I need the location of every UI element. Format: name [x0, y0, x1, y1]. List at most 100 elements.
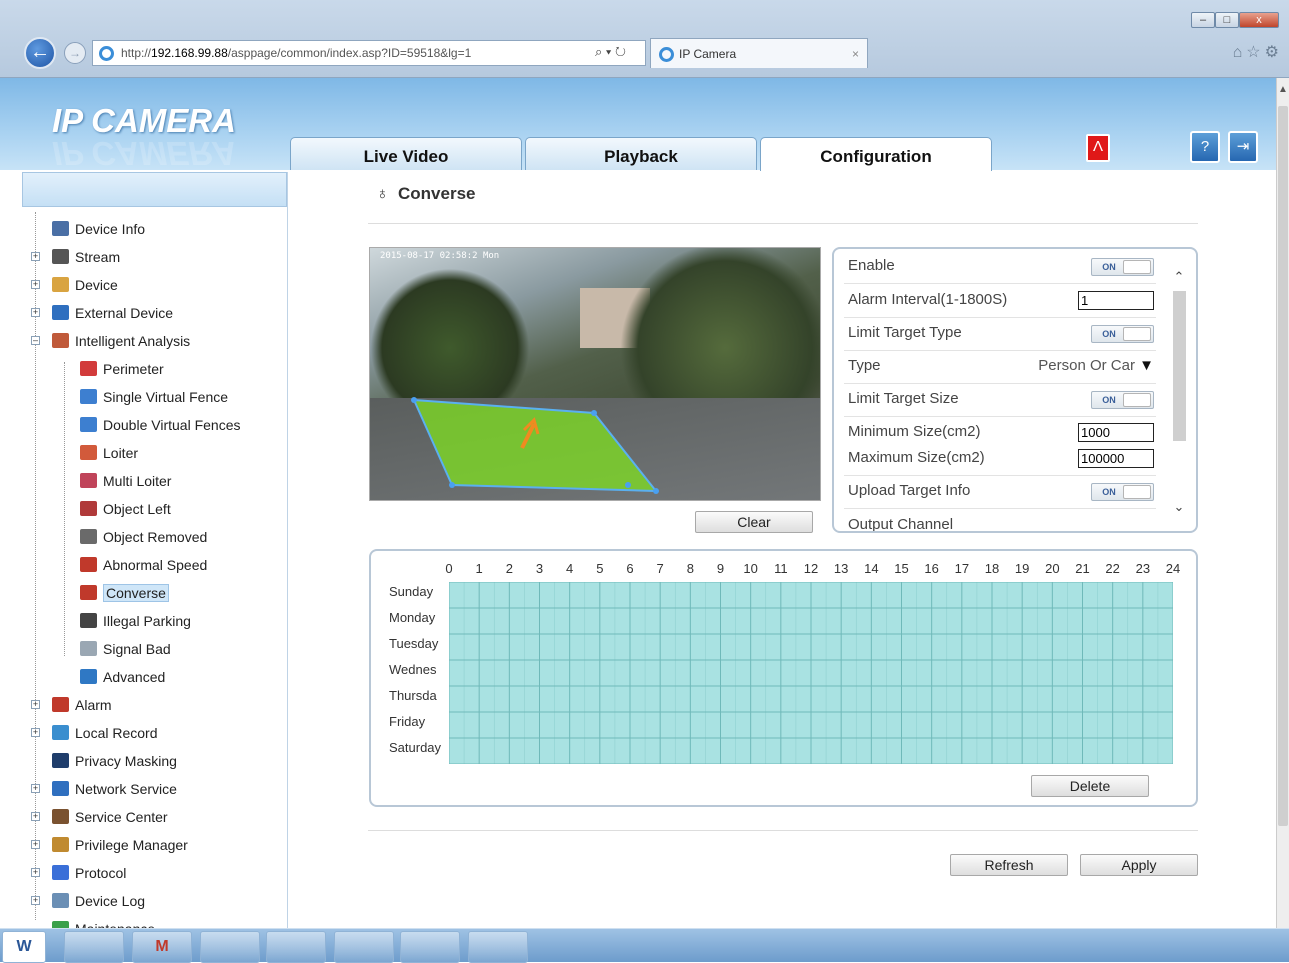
expand-icon[interactable]: +	[31, 728, 40, 737]
sidebar-item-stream[interactable]: Stream	[52, 246, 120, 268]
sidebar-item-network-service[interactable]: Network Service	[52, 778, 177, 800]
taskbar-media-icon[interactable]	[334, 931, 394, 963]
expand-icon[interactable]: +	[31, 868, 40, 877]
alarm-interval-input[interactable]: 1	[1078, 291, 1154, 310]
logout-icon[interactable]: ⇥	[1228, 131, 1258, 163]
detection-zone-overlay[interactable]	[370, 248, 821, 501]
settings-scroll-thumb[interactable]	[1173, 291, 1186, 441]
page-scrollbar[interactable]: ▲	[1276, 78, 1289, 928]
taskbar-window-icon[interactable]	[468, 931, 528, 963]
settings-scrollbar[interactable]: ⌃ ⌄	[1172, 269, 1186, 515]
sidebar-item-privacy-masking[interactable]: Privacy Masking	[52, 750, 177, 772]
taskbar-m-icon[interactable]: M	[132, 931, 192, 963]
sidebar-item-local-record[interactable]: Local Record	[52, 722, 158, 744]
hour-label: 13	[833, 561, 849, 576]
alarm-bell-icon[interactable]: Ʌ	[1086, 134, 1110, 162]
sidebar-item-external-device[interactable]: External Device	[52, 302, 173, 324]
sidebar-item-privilege-manager[interactable]: Privilege Manager	[52, 834, 188, 856]
sidebar-item-single-virtual-fence[interactable]: Single Virtual Fence	[80, 386, 228, 408]
hour-label: 4	[566, 561, 574, 576]
clear-button[interactable]: Clear	[695, 511, 813, 533]
enable-toggle[interactable]: ON	[1091, 258, 1154, 276]
tab-live-video[interactable]: Live Video	[290, 137, 522, 170]
sidebar-item-loiter[interactable]: Loiter	[80, 442, 138, 464]
sidebar-item-signal-bad[interactable]: Signal Bad	[80, 638, 171, 660]
expand-icon[interactable]: +	[31, 252, 40, 261]
sidebar-item-label: Privilege Manager	[75, 837, 188, 853]
sidebar-item-intelligent-analysis[interactable]: Intelligent Analysis	[52, 330, 190, 352]
delete-button[interactable]: Delete	[1031, 775, 1149, 797]
tab-playback[interactable]: Playback	[525, 137, 757, 170]
expand-icon[interactable]: +	[31, 700, 40, 709]
sidebar-item-alarm[interactable]: Alarm	[52, 694, 112, 716]
expand-icon[interactable]: +	[31, 280, 40, 289]
sidebar-item-object-removed[interactable]: Object Removed	[80, 526, 207, 548]
sidebar-item-label: Single Virtual Fence	[103, 389, 229, 405]
limit-target-type-row: Limit Target Type ON	[848, 318, 1154, 348]
logo-reflection: IP CAMERA	[52, 135, 236, 172]
address-bar[interactable]: http://192.168.99.88/asppage/common/inde…	[92, 40, 646, 66]
sidebar-item-double-virtual-fences[interactable]: Double Virtual Fences	[80, 414, 240, 436]
schedule-grid[interactable]	[449, 582, 1173, 764]
sidebar-item-multi-loiter[interactable]: Multi Loiter	[80, 470, 171, 492]
expand-icon[interactable]: +	[31, 784, 40, 793]
collapse-icon[interactable]: –	[31, 336, 40, 345]
taskbar-app-icon[interactable]	[200, 931, 260, 963]
hour-label: 23	[1135, 561, 1151, 576]
enable-row: Enable ON	[848, 251, 1154, 281]
sidebar-item-protocol[interactable]: Protocol	[52, 862, 126, 884]
sidebar-item-illegal-parking[interactable]: Illegal Parking	[80, 610, 191, 632]
max-size-input[interactable]: 100000	[1078, 449, 1154, 468]
type-select[interactable]: Person Or Car ▼	[1038, 351, 1154, 381]
sidebar-item-maintenance[interactable]: Maintenance	[52, 918, 155, 928]
tab-close-icon[interactable]: ×	[852, 39, 859, 69]
hour-label: 17	[954, 561, 970, 576]
upload-target-info-on: ON	[1102, 487, 1116, 497]
document-icon	[52, 221, 69, 236]
back-button[interactable]: ←	[24, 37, 56, 69]
hour-label: 0	[445, 561, 453, 576]
apply-button[interactable]: Apply	[1080, 854, 1198, 876]
sidebar-item-device-log[interactable]: Device Log	[52, 890, 145, 912]
browser-tab[interactable]: IP Camera ×	[650, 38, 868, 68]
minimize-button[interactable]: –	[1191, 12, 1215, 28]
tab-title: IP Camera	[679, 47, 737, 61]
sidebar-item-device[interactable]: Device	[52, 274, 118, 296]
taskbar-network-icon[interactable]	[400, 931, 460, 963]
expand-icon[interactable]: +	[31, 308, 40, 317]
sidebar-item-abnormal-speed[interactable]: Abnormal Speed	[80, 554, 207, 576]
search-refresh-icons[interactable]: ⌕ ▾ ↻	[595, 40, 626, 66]
sidebar-item-service-center[interactable]: Service Center	[52, 806, 168, 828]
limit-target-type-toggle[interactable]: ON	[1091, 325, 1154, 343]
home-favorites-settings-icons[interactable]: ⌂☆⚙	[1233, 42, 1283, 62]
close-window-button[interactable]: x	[1239, 12, 1279, 28]
upload-target-info-row: Upload Target Info ON	[848, 476, 1154, 506]
sidebar-item-advanced[interactable]: Advanced	[80, 666, 165, 688]
refresh-button[interactable]: Refresh	[950, 854, 1068, 876]
zone-handle	[653, 488, 659, 494]
taskbar-word-icon[interactable]: W	[2, 931, 46, 963]
object-left-icon	[80, 501, 97, 516]
min-size-input[interactable]: 1000	[1078, 423, 1154, 442]
expand-icon[interactable]: +	[31, 896, 40, 905]
chevron-down-icon[interactable]: ⌄	[1172, 499, 1186, 515]
upload-target-info-toggle[interactable]: ON	[1091, 483, 1154, 501]
limit-target-size-toggle[interactable]: ON	[1091, 391, 1154, 409]
help-icon[interactable]: ?	[1190, 131, 1220, 163]
scroll-up-icon[interactable]: ▲	[1277, 84, 1289, 95]
forward-button[interactable]: →	[64, 42, 86, 64]
sidebar-item-converse[interactable]: Converse	[80, 582, 169, 604]
taskbar-paint-icon[interactable]	[266, 931, 326, 963]
video-preview[interactable]: 2015-08-17 02:58:2 Mon	[369, 247, 821, 501]
sidebar-item-device-info[interactable]: Device Info	[52, 218, 145, 240]
maximize-button[interactable]: □	[1215, 12, 1239, 28]
scrollbar-thumb[interactable]	[1278, 106, 1288, 826]
sidebar-item-perimeter[interactable]: Perimeter	[80, 358, 164, 380]
expand-icon[interactable]: +	[31, 840, 40, 849]
dropdown-arrow-icon[interactable]: ▼	[1139, 357, 1154, 374]
chevron-up-icon[interactable]: ⌃	[1172, 269, 1186, 285]
tab-configuration[interactable]: Configuration	[760, 137, 992, 171]
expand-icon[interactable]: +	[31, 812, 40, 821]
taskbar-explorer-icon[interactable]	[64, 931, 124, 963]
sidebar-item-object-left[interactable]: Object Left	[80, 498, 171, 520]
